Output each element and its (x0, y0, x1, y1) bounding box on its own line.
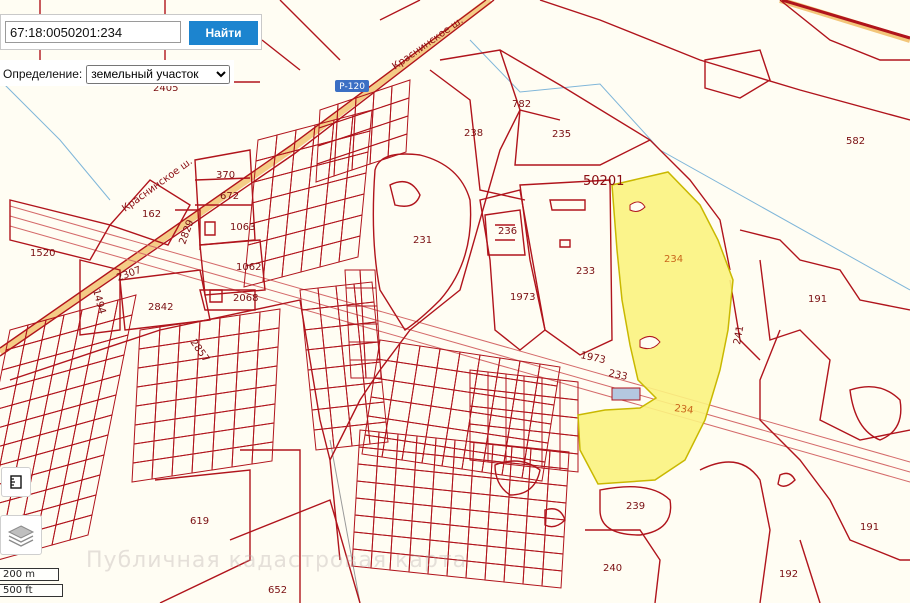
parcel-label: 370 (216, 170, 235, 181)
parcel-label: 240 (603, 563, 622, 574)
parcel-label: 191 (860, 522, 879, 533)
parcel-label: 192 (779, 569, 798, 580)
measure-tool-button[interactable] (1, 467, 31, 497)
parcel-label: 652 (268, 585, 287, 596)
ruler-icon (10, 475, 22, 489)
parcel-label: 236 (498, 226, 517, 237)
parcel-label: 238 (464, 128, 483, 139)
scale-imperial: 500 ft (0, 584, 63, 597)
parcel-label: 162 (142, 209, 161, 220)
parcel-label: 2842 (148, 302, 173, 313)
parcel-label: 672 (220, 191, 239, 202)
layers-button[interactable] (0, 515, 42, 555)
cadastral-search-input[interactable] (5, 21, 181, 43)
parcel-label: 1520 (30, 248, 55, 259)
parcel-label: 231 (413, 235, 432, 246)
selected-parcel-label: 234 (664, 254, 683, 265)
scale-metric: 200 m (0, 568, 59, 581)
parcel-label: 619 (190, 516, 209, 527)
parcel-label: 582 (846, 136, 865, 147)
search-button[interactable]: Найти (189, 21, 258, 45)
parcel-label: 191 (808, 294, 827, 305)
layers-icon (7, 525, 35, 547)
parcel-label: 2068 (233, 293, 258, 304)
cadastral-map[interactable]: Р-120 Краснинское ш. Краснинское ш. 5020… (0, 0, 910, 603)
parcel-label: 233 (576, 266, 595, 277)
parcel-label: 239 (626, 501, 645, 512)
parcel-label: 782 (512, 99, 531, 110)
block-label: 50201 (583, 174, 624, 189)
road-badge: Р-120 (339, 82, 365, 92)
watermark: Публичная кадастровая карта (86, 548, 468, 573)
parcel-label: 1973 (510, 292, 535, 303)
parcel-label: 1063 (230, 222, 255, 233)
parcel-label: 235 (552, 129, 571, 140)
definition-row: Определение: земельный участок (0, 60, 235, 86)
definition-label: Определение: (3, 67, 83, 81)
parcel-label: 1062 (236, 262, 261, 273)
search-panel: Найти (0, 14, 262, 50)
definition-select[interactable]: земельный участок (86, 64, 231, 84)
